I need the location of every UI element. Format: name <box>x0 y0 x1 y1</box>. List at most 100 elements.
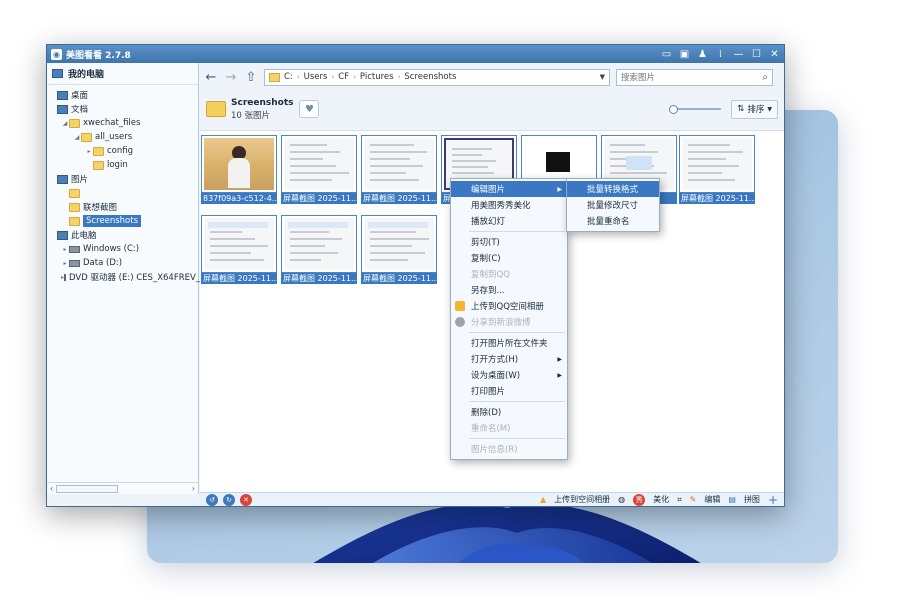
search-input[interactable]: 搜索图片 ⌕ <box>616 68 773 86</box>
breadcrumb-item[interactable]: Screenshots <box>404 72 456 82</box>
submenu-item[interactable]: 批量转换格式 <box>567 181 659 197</box>
menu-item[interactable]: 删除(D) <box>451 404 567 420</box>
image-thumbnail[interactable]: 屏幕截图 2025-11... <box>361 135 437 205</box>
menu-item[interactable]: 剪切(T) <box>451 234 567 250</box>
forward-button[interactable]: → <box>224 70 238 85</box>
menu-item[interactable]: 打印图片 <box>451 383 567 399</box>
tree-item[interactable]: 联想截图 <box>47 200 198 214</box>
skin-icon[interactable]: ▣ <box>679 49 690 60</box>
feedback-icon[interactable]: ▭ <box>661 49 672 60</box>
menu-item-label: 重命名(M) <box>471 424 511 434</box>
back-button[interactable]: ← <box>204 70 218 85</box>
drive-icon <box>69 245 80 253</box>
menu-item[interactable]: 用美图秀秀美化 <box>451 197 567 213</box>
dvd-icon <box>64 273 67 281</box>
menu-item[interactable]: 另存到... <box>451 282 567 298</box>
submenu-item[interactable]: 批量重命名 <box>567 213 659 229</box>
scroll-right-icon[interactable]: › <box>192 484 195 493</box>
puzzle-button[interactable]: 拼图 <box>744 494 760 505</box>
tree-item[interactable]: Screenshots <box>47 214 198 228</box>
up-folder-button[interactable]: ⇧ <box>244 70 258 85</box>
close-button[interactable]: ✕ <box>769 49 780 60</box>
breadcrumb-item[interactable]: C: <box>284 72 293 82</box>
tree-item[interactable]: 此电脑 <box>47 228 198 242</box>
tree-item[interactable]: 桌面 <box>47 88 198 102</box>
pictures-icon <box>57 174 68 184</box>
tree-item[interactable]: 文档 <box>47 102 198 116</box>
favorite-button[interactable]: ♥ <box>299 100 320 118</box>
upload-album-button[interactable]: 上传到空间相册 <box>554 494 610 505</box>
image-thumbnail[interactable]: 屏幕截图 2025-11... <box>201 215 277 285</box>
sidebar-scrollbar[interactable]: ‹ › <box>47 482 198 494</box>
scroll-left-icon[interactable]: ‹ <box>50 484 53 493</box>
search-icon[interactable]: ⌕ <box>762 72 768 83</box>
expand-arrow-icon[interactable]: ▸ <box>61 246 69 253</box>
tree-item[interactable]: ◢ xwechat_files <box>47 116 198 130</box>
menu-item[interactable]: 设为桌面(W) ▶ <box>451 367 567 383</box>
tree-item[interactable] <box>47 186 198 200</box>
breadcrumb-item[interactable]: Users <box>304 72 328 82</box>
rotate-right-button[interactable]: ↻ <box>223 493 235 506</box>
tree-item[interactable]: ▸ DVD 驱动器 (E:) CES_X64FREV_Z <box>47 270 206 284</box>
add-button[interactable]: + <box>768 493 778 507</box>
expand-arrow-icon[interactable]: ◢ <box>73 134 81 141</box>
menu-divider <box>469 438 565 439</box>
tree-item[interactable]: ▸ Data (D:) <box>47 256 198 270</box>
menu-item-label: 图片信息(R) <box>471 445 518 455</box>
image-thumbnail[interactable]: 屏幕截图 2025-11... <box>361 215 437 285</box>
folder-icon <box>93 160 104 170</box>
tree-item[interactable]: ▸ Windows (C:) <box>47 242 198 256</box>
tree-item-label: 联想截图 <box>83 203 118 213</box>
scroll-thumb[interactable] <box>56 484 118 493</box>
delete-button[interactable]: ✕ <box>240 493 252 506</box>
tree-item[interactable]: 图片 <box>47 172 198 186</box>
upload-icon <box>455 301 465 311</box>
slider-knob[interactable] <box>669 104 679 114</box>
camera-icon[interactable]: ◍ <box>618 495 625 504</box>
maximize-button[interactable]: ☐ <box>751 49 762 60</box>
image-thumbnail[interactable]: 屏幕截图 2025-11... <box>281 215 357 285</box>
app-window: ◉ 美图看看 2.7.8 ▭ ▣ ♟ ⁞ — ☐ ✕ 我的电脑 桌面 文档 ◢ xwe… <box>46 44 785 507</box>
thumbnail-caption: 屏幕截图 2025-11... <box>361 193 437 204</box>
tree-item-label: Screenshots <box>83 215 142 227</box>
menu-icon[interactable]: ⁞ <box>715 49 726 60</box>
image-thumbnail[interactable]: 837f09a3-c512-4... <box>201 135 277 205</box>
submenu-item[interactable]: 批量修改尺寸 <box>567 197 659 213</box>
menu-item[interactable]: 播放幻灯 <box>451 213 567 229</box>
breadcrumb-item[interactable]: CF <box>338 72 349 82</box>
sort-button[interactable]: ⇅ 排序 ▼ <box>731 99 778 119</box>
edit-button[interactable]: 编辑 <box>704 494 720 505</box>
shirt-icon[interactable]: ♟ <box>697 49 708 60</box>
menu-item[interactable]: 复制(C) <box>451 250 567 266</box>
thumbnail-caption: 屏幕截图 2025-11... <box>201 273 277 284</box>
menu-item-label: 另存到... <box>471 286 505 296</box>
thumbnail-size-slider[interactable] <box>669 103 722 115</box>
menu-item-label: 剪切(T) <box>471 238 500 248</box>
address-bar[interactable]: C: › Users › CF › Pictures › Screenshots ▼ <box>264 68 610 86</box>
breadcrumb-separator-icon: › <box>353 73 356 81</box>
beautify-button[interactable]: 美化 <box>653 494 669 505</box>
upload-icon[interactable]: ▲ <box>540 495 546 504</box>
expand-arrow-icon[interactable]: ◢ <box>61 120 69 127</box>
crop-icon[interactable]: ⌗ <box>677 495 682 505</box>
menu-item: 重命名(M) <box>451 420 567 436</box>
image-thumbnail[interactable]: 屏幕截图 2025-11... <box>281 135 357 205</box>
app-logo-icon: ◉ <box>51 48 62 60</box>
menu-item[interactable]: 打开图片所在文件夹 <box>451 335 567 351</box>
expand-arrow-icon[interactable]: ▸ <box>85 148 93 155</box>
expand-arrow-icon[interactable]: ▸ <box>61 260 69 267</box>
menu-item[interactable]: 编辑图片 ▶ <box>451 181 567 197</box>
address-dropdown-icon[interactable]: ▼ <box>600 73 605 81</box>
rotate-left-button[interactable]: ↺ <box>206 493 218 506</box>
minimize-button[interactable]: — <box>733 49 744 60</box>
drive-icon <box>69 259 80 267</box>
image-thumbnail[interactable]: 屏幕截图 2025-11... <box>679 135 755 205</box>
menu-item[interactable]: 上传到QQ空间相册 <box>451 298 567 314</box>
breadcrumb-item[interactable]: Pictures <box>360 72 394 82</box>
tree-item-label: all_users <box>95 132 133 142</box>
tree-item[interactable]: ◢ all_users <box>47 130 198 144</box>
tree-item[interactable]: ▸ config <box>47 144 198 158</box>
menu-item: 图片信息(R) <box>451 441 567 457</box>
tree-item[interactable]: login <box>47 158 198 172</box>
menu-item[interactable]: 打开方式(H) ▶ <box>451 351 567 367</box>
